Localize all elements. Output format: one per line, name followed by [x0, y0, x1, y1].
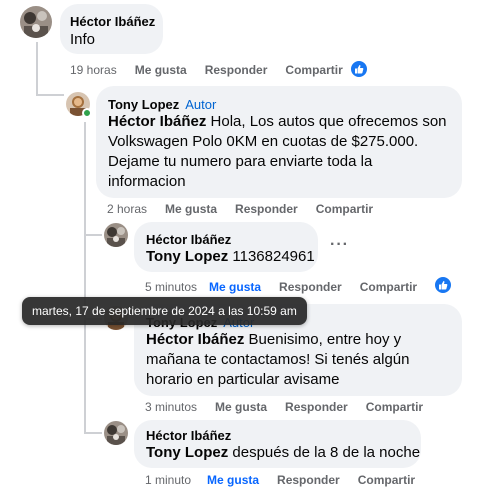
comment-text: Héctor Ibáñez Hola, Los autos que ofrece… [108, 112, 454, 192]
like-button[interactable]: Me gusta [135, 63, 187, 77]
comment-time[interactable]: 2 horas [107, 202, 147, 216]
thread-line [36, 42, 38, 96]
comment-actions: 3 minutos Me gusta Responder Compartir [145, 400, 441, 414]
mention[interactable]: Tony Lopez [146, 444, 228, 461]
share-button[interactable]: Compartir [360, 280, 417, 294]
comment-author[interactable]: Héctor Ibáñez [146, 232, 231, 247]
reply-button[interactable]: Responder [235, 202, 298, 216]
comment-time[interactable]: 5 minutos [145, 280, 197, 294]
comment-bubble: Héctor Ibáñez Info [60, 4, 163, 54]
comment-time[interactable]: 3 minutos [145, 400, 197, 414]
like-button[interactable]: Me gusta [207, 473, 259, 487]
comment-time[interactable]: 1 minuto [145, 473, 191, 487]
comment-text: Tony Lopez 1136824961 [146, 247, 315, 267]
avatar[interactable] [20, 6, 52, 38]
share-button[interactable]: Compartir [316, 202, 373, 216]
thread-line [84, 234, 86, 434]
mention[interactable]: Tony Lopez [146, 248, 228, 265]
share-button[interactable]: Compartir [366, 400, 423, 414]
comment-author[interactable]: Tony Lopez [108, 97, 179, 112]
mention[interactable]: Héctor Ibáñez [108, 113, 206, 130]
reply-button[interactable]: Responder [277, 473, 340, 487]
comment-actions: 1 minuto Me gusta Responder Compartir [145, 473, 433, 487]
comment-text: Tony Lopez después de la 8 de la noche [146, 443, 420, 463]
comment-bubble: Héctor Ibáñez Tony Lopez 1136824961 [134, 222, 318, 272]
share-button[interactable]: Compartir [358, 473, 415, 487]
comment-author[interactable]: Héctor Ibáñez [146, 428, 231, 443]
comment-actions: 5 minutos Me gusta Responder Compartir [145, 280, 435, 294]
mention[interactable]: Héctor Ibáñez [146, 331, 244, 348]
author-badge: Autor [185, 97, 217, 112]
more-options-icon[interactable]: ··· [330, 236, 349, 254]
reply-button[interactable]: Responder [279, 280, 342, 294]
thread-line [36, 94, 64, 96]
like-button[interactable]: Me gusta [165, 202, 217, 216]
avatar[interactable] [104, 421, 128, 445]
avatar[interactable] [104, 223, 128, 247]
comment-actions: 2 horas Me gusta Responder Compartir [107, 202, 391, 216]
comment-body: 1136824961 [232, 248, 315, 265]
share-button[interactable]: Compartir [285, 63, 342, 77]
like-button[interactable]: Me gusta [209, 280, 261, 294]
thread-line [84, 432, 102, 434]
comment-body: después de la 8 de la noche [232, 444, 421, 461]
thread-line [84, 122, 86, 236]
comment-bubble: Tony Lopez Autor Héctor Ibáñez Hola, Los … [96, 86, 462, 198]
comment-text: Héctor Ibáñez Buenisimo, entre hoy y mañ… [146, 330, 446, 390]
comment-actions: 19 horas Me gusta Responder Compartir [70, 63, 361, 77]
comment-author[interactable]: Héctor Ibáñez [70, 14, 155, 29]
like-reaction-icon[interactable] [434, 276, 452, 294]
reply-button[interactable]: Responder [285, 400, 348, 414]
comment-time[interactable]: 19 horas [70, 63, 117, 77]
like-button[interactable]: Me gusta [215, 400, 267, 414]
reply-button[interactable]: Responder [205, 63, 268, 77]
thread-line [84, 234, 102, 236]
timestamp-tooltip: martes, 17 de septiembre de 2024 a las 1… [22, 297, 307, 325]
online-status-icon [82, 108, 92, 118]
like-reaction-icon[interactable] [350, 60, 368, 78]
comment-bubble: Héctor Ibáñez Tony Lopez después de la 8… [134, 420, 421, 468]
comment-text: Info [70, 31, 96, 48]
